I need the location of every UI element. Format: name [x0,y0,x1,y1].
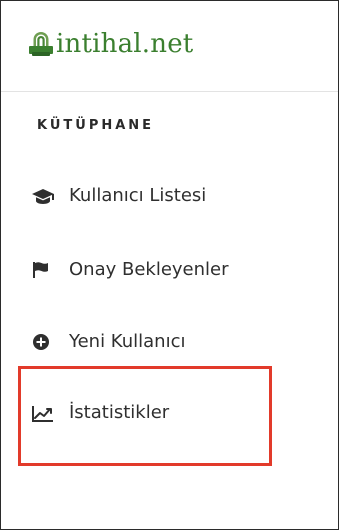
flag-icon [31,260,59,280]
sidebar-item-label: Yeni Kullanıcı [69,331,186,352]
sidebar-menu: Kullanıcı Listesi Onay Bekleyenler Yeni … [1,1,338,529]
sidebar-item-kullanici-listesi[interactable]: Kullanıcı Listesi [31,181,311,211]
sidebar-item-istatistikler[interactable]: İstatistikler [31,398,311,428]
plus-circle-icon [31,332,59,352]
sidebar-item-label: Kullanıcı Listesi [69,185,207,206]
line-chart-icon [31,403,59,423]
sidebar-item-label: Onay Bekleyenler [69,259,229,280]
graduation-cap-icon [31,186,59,206]
sidebar-item-onay-bekleyenler[interactable]: Onay Bekleyenler [31,255,311,285]
app-frame: intihal.net KÜTÜPHANE Kullanıcı Listesi … [0,0,339,530]
sidebar-item-yeni-kullanici[interactable]: Yeni Kullanıcı [31,327,311,357]
sidebar-item-label: İstatistikler [69,402,170,423]
